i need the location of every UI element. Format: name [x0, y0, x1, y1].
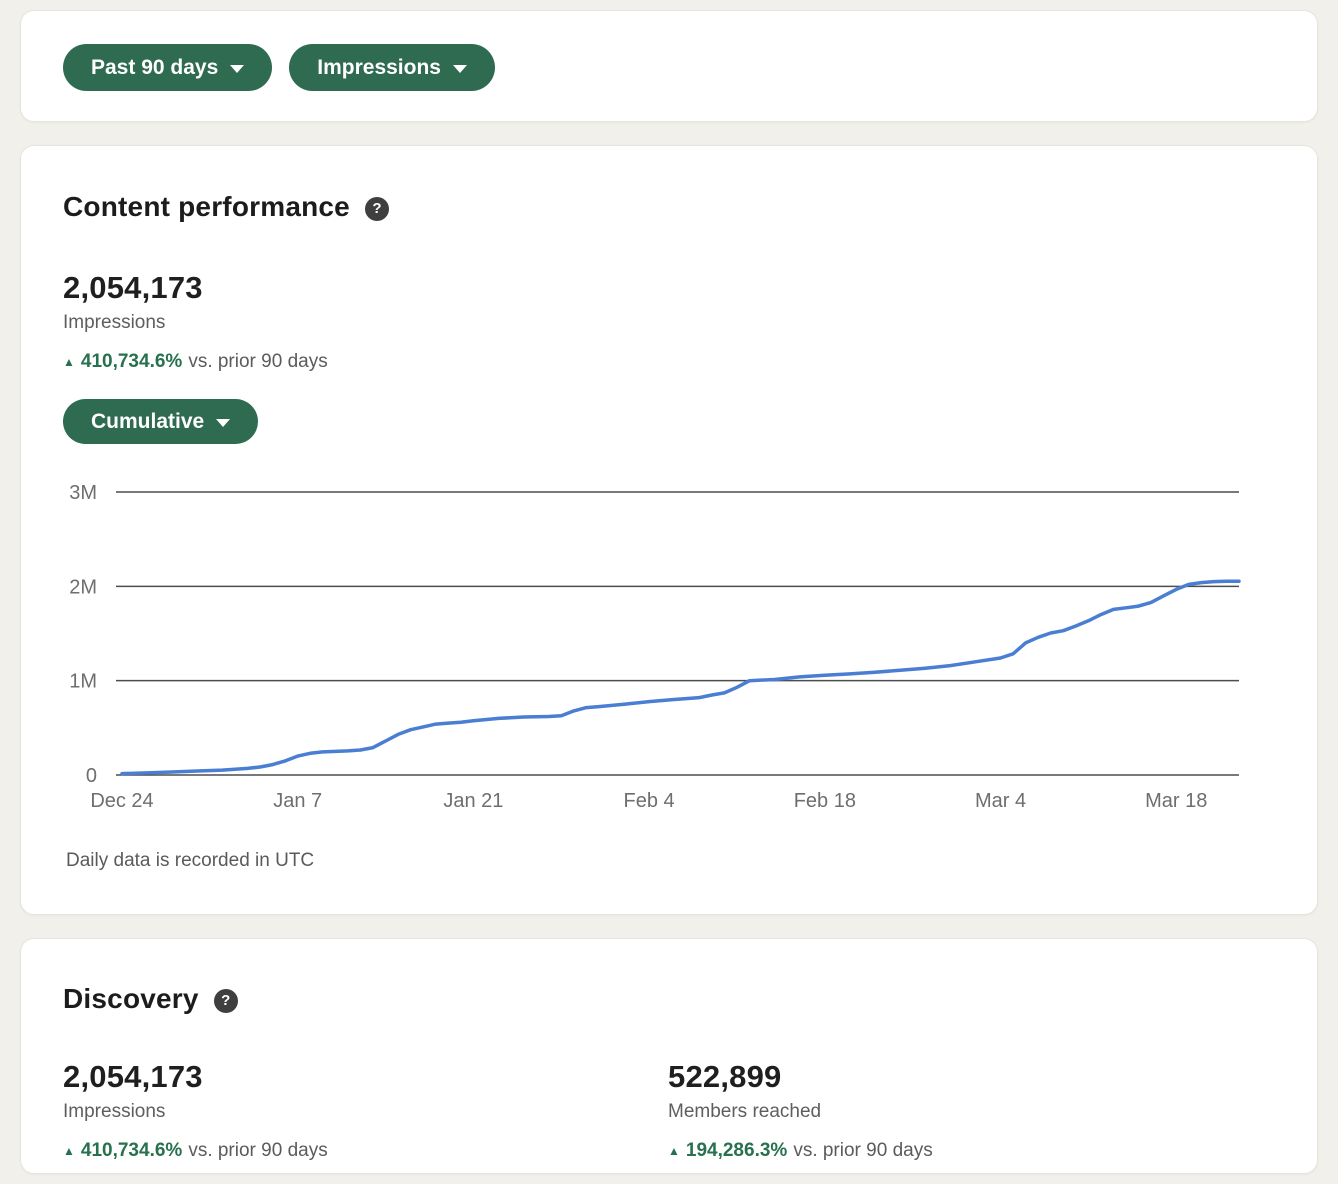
svg-text:Dec 24: Dec 24 [90, 790, 153, 812]
discovery-card: Discovery ? 2,054,173 Impressions ▲ 410,… [20, 938, 1318, 1174]
filter-pill-row: Past 90 days Impressions [21, 11, 1317, 91]
chart-area[interactable]: 3M 2M 1M 0 Dec 24 Jan 7 Jan 21 Feb 4 Feb 18 Mar … [21, 461, 1319, 821]
impressions-change-percent: 410,734.6% [81, 351, 182, 373]
chart-view-dropdown-button[interactable]: Cumulative [63, 399, 258, 444]
svg-text:Feb 18: Feb 18 [794, 790, 856, 812]
y-axis-labels: 3M 2M 1M 0 [69, 482, 97, 787]
members-reached-change-suffix: vs. prior 90 days [793, 1140, 932, 1162]
caret-down-icon [453, 65, 467, 73]
content-performance-header: Content performance ? [21, 146, 1317, 223]
impressions-change-suffix: vs. prior 90 days [188, 351, 327, 373]
svg-text:0: 0 [86, 765, 97, 787]
content-performance-title: Content performance [63, 191, 350, 223]
y-gridlines [116, 492, 1239, 775]
members-reached-change-percent: 194,286.3% [686, 1140, 787, 1162]
svg-text:Jan 7: Jan 7 [273, 790, 322, 812]
help-glyph: ? [221, 992, 230, 1009]
chart-footnote: Daily data is recorded in UTC [66, 850, 314, 872]
discovery-impressions-label: Impressions [63, 1101, 668, 1123]
triangle-up-icon: ▲ [668, 1144, 680, 1158]
svg-text:1M: 1M [69, 671, 97, 693]
impressions-change: ▲ 410,734.6% vs. prior 90 days [63, 351, 1275, 373]
chart-view-label: Cumulative [91, 410, 204, 434]
help-icon[interactable]: ? [214, 989, 238, 1013]
discovery-header: Discovery ? [21, 939, 1317, 1015]
svg-text:Feb 4: Feb 4 [624, 790, 675, 812]
svg-text:Mar 18: Mar 18 [1145, 790, 1207, 812]
members-reached-change: ▲ 194,286.3% vs. prior 90 days [668, 1140, 1275, 1162]
metric-filter-label: Impressions [317, 56, 441, 80]
discovery-stats-row: 2,054,173 Impressions ▲ 410,734.6% vs. p… [21, 1015, 1317, 1162]
triangle-up-icon: ▲ [63, 1144, 75, 1158]
x-axis-labels: Dec 24 Jan 7 Jan 21 Feb 4 Feb 18 Mar 4 Mar 18 [90, 790, 1207, 812]
caret-down-icon [230, 65, 244, 73]
members-reached-label: Members reached [668, 1101, 1275, 1123]
svg-text:2M: 2M [69, 576, 97, 598]
caret-down-icon [216, 419, 230, 427]
svg-text:Mar 4: Mar 4 [975, 790, 1026, 812]
svg-text:3M: 3M [69, 482, 97, 504]
discovery-impressions-value: 2,054,173 [63, 1059, 668, 1095]
help-icon[interactable]: ? [365, 197, 389, 221]
impressions-line [122, 581, 1239, 773]
impressions-value: 2,054,173 [63, 270, 1275, 306]
impressions-label: Impressions [63, 312, 1275, 334]
help-glyph: ? [372, 200, 381, 217]
date-range-filter-button[interactable]: Past 90 days [63, 44, 272, 91]
triangle-up-icon: ▲ [63, 355, 75, 369]
impressions-stat: 2,054,173 Impressions ▲ 410,734.6% vs. p… [21, 223, 1317, 373]
content-performance-card: Content performance ? 2,054,173 Impressi… [20, 145, 1318, 915]
metric-filter-button[interactable]: Impressions [289, 44, 495, 91]
discovery-impressions-change-suffix: vs. prior 90 days [188, 1140, 327, 1162]
discovery-title: Discovery [63, 983, 199, 1015]
svg-text:Jan 21: Jan 21 [443, 790, 503, 812]
discovery-impressions-stat: 2,054,173 Impressions ▲ 410,734.6% vs. p… [63, 1059, 668, 1162]
cumulative-line-chart: 3M 2M 1M 0 Dec 24 Jan 7 Jan 21 Feb 4 Feb 18 Mar … [21, 461, 1319, 821]
filter-bar-card: Past 90 days Impressions [20, 10, 1318, 122]
members-reached-value: 522,899 [668, 1059, 1275, 1095]
date-range-filter-label: Past 90 days [91, 56, 218, 80]
members-reached-stat: 522,899 Members reached ▲ 194,286.3% vs.… [668, 1059, 1275, 1162]
discovery-impressions-change-percent: 410,734.6% [81, 1140, 182, 1162]
discovery-impressions-change: ▲ 410,734.6% vs. prior 90 days [63, 1140, 668, 1162]
